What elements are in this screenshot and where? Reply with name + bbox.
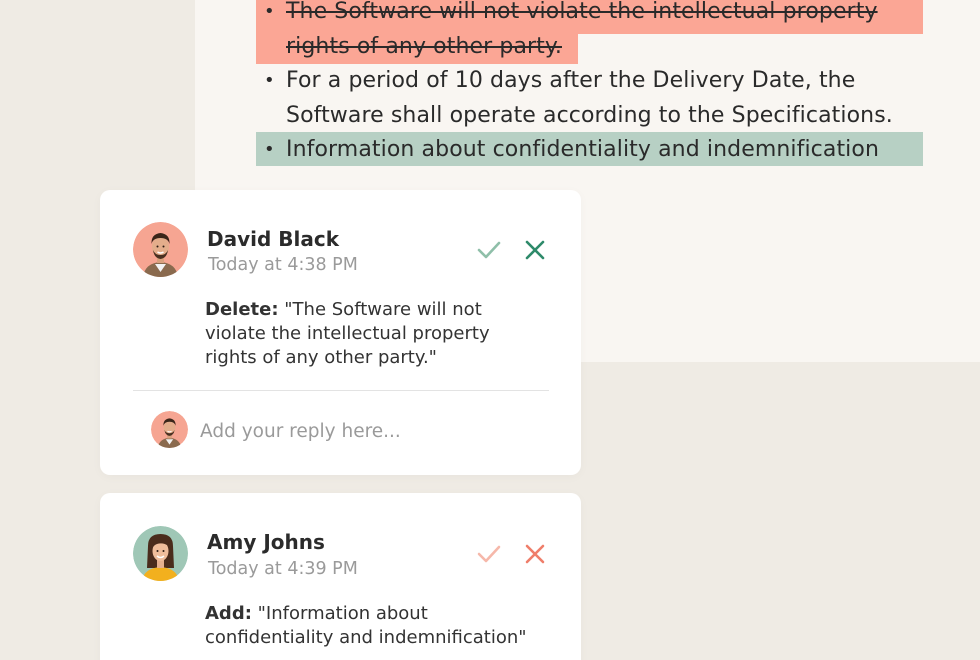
comment-card: Amy Johns Today at 4:39 PM Add: "Informa… (100, 493, 581, 660)
bullet: • (264, 139, 275, 160)
comment-timestamp: Today at 4:38 PM (208, 255, 358, 275)
document-bullet-list: • The Software will not violate the inte… (256, 0, 924, 168)
comment-action-label: Add: (205, 603, 252, 624)
tracked-insertion[interactable]: • Information about confidentiality and … (256, 133, 924, 168)
comment-card: David Black Today at 4:38 PM Delete: "Th… (100, 190, 581, 475)
accept-button[interactable] (476, 541, 502, 567)
close-icon (525, 240, 545, 260)
avatar-amy-johns[interactable] (133, 526, 188, 581)
added-text-line: Information about confidentiality and in… (286, 137, 879, 162)
reply-avatar (151, 411, 188, 448)
tracked-deletion[interactable]: • The Software will not violate the inte… (256, 0, 924, 64)
deleted-text-line: rights of any other party. (286, 33, 562, 59)
reject-button[interactable] (522, 541, 548, 567)
bullet: • (264, 70, 275, 91)
avatar-icon (151, 411, 188, 448)
reply-input[interactable] (200, 416, 530, 446)
checkmark-icon (477, 545, 501, 563)
comment-quote: "Information about confidentiality and i… (205, 603, 527, 648)
close-icon (525, 544, 545, 564)
avatar-icon (133, 526, 188, 581)
paragraph-text-line: For a period of 10 days after the Delive… (286, 68, 856, 93)
reject-button[interactable] (522, 237, 548, 263)
avatar-icon (133, 222, 188, 277)
comment-text: Add: "Information about confidentiality … (205, 602, 545, 650)
checkmark-icon (477, 241, 501, 259)
avatar-david-black[interactable] (133, 222, 188, 277)
deleted-text-line: The Software will not violate the intell… (286, 0, 878, 24)
comment-timestamp: Today at 4:39 PM (208, 559, 358, 579)
comment-text: Delete: "The Software will not violate t… (205, 298, 525, 370)
paragraph-text-line: Software shall operate according to the … (286, 102, 893, 128)
accept-button[interactable] (476, 237, 502, 263)
bullet: • (264, 1, 275, 22)
divider (133, 390, 549, 391)
comment-author: Amy Johns (207, 530, 325, 554)
comment-author: David Black (207, 227, 340, 251)
comment-action-label: Delete: (205, 299, 279, 320)
document-paragraph[interactable]: • For a period of 10 days after the Deli… (256, 64, 924, 133)
